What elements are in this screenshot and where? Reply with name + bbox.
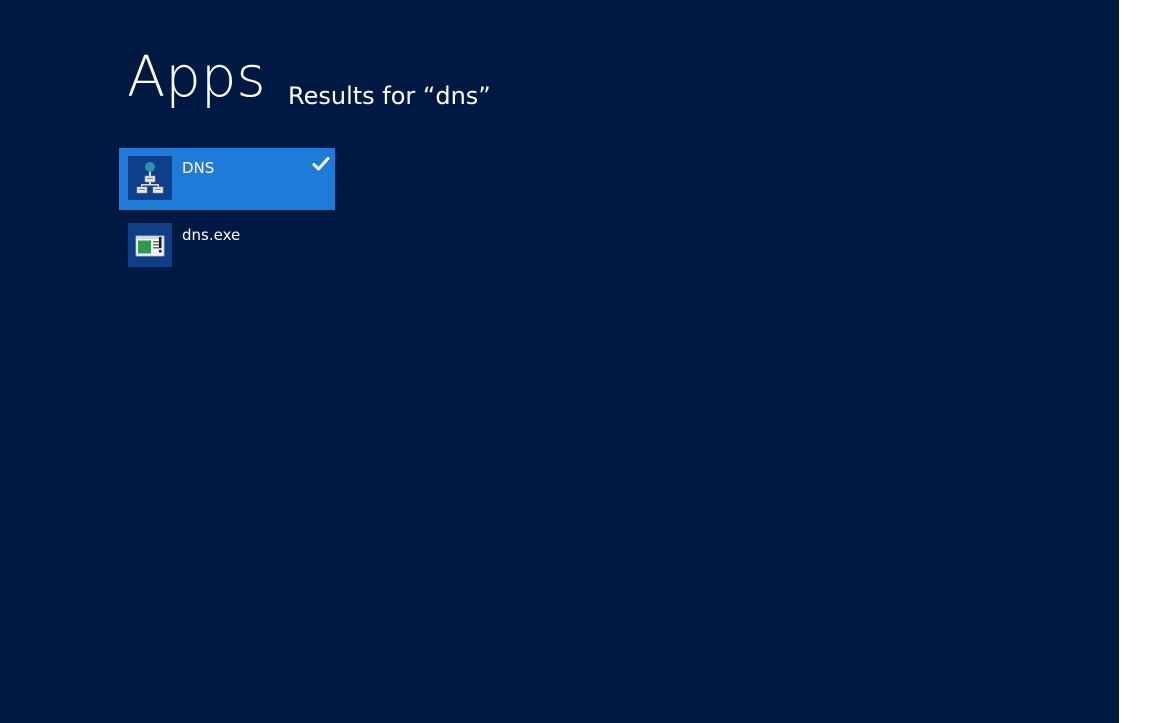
page-title: Apps — [127, 45, 266, 110]
search-results-label: Results for “dns” — [288, 82, 491, 110]
executable-window-icon — [128, 223, 172, 267]
checkmark-icon — [311, 154, 331, 174]
result-item-dns-exe[interactable]: dns.exe — [119, 215, 335, 277]
screen-edge — [1119, 0, 1152, 723]
result-label: DNS — [182, 159, 215, 177]
result-item-dns[interactable]: DNS — [119, 148, 335, 210]
start-screen: Apps Results for “dns” DNS dns.exe — [0, 0, 1119, 723]
dns-manager-icon — [128, 156, 172, 200]
result-label: dns.exe — [182, 226, 241, 244]
